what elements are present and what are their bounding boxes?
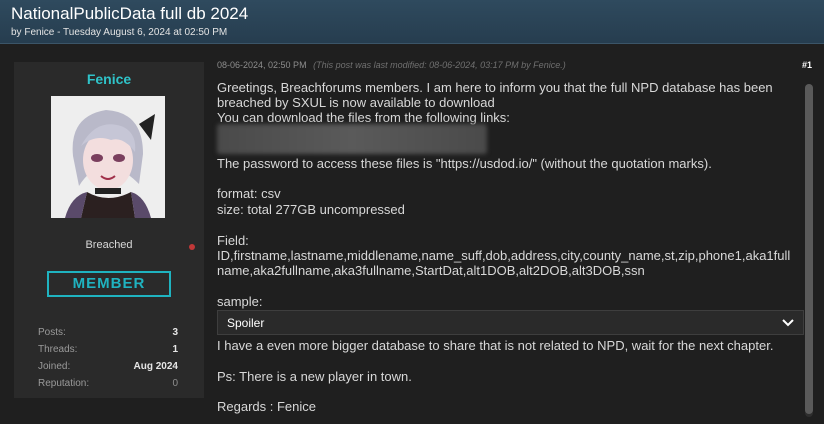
post-date: 08-06-2024, 02:50 PM (This post was last… — [217, 60, 566, 70]
post-line: breached by SXUL is now available to dow… — [217, 95, 495, 110]
status-text: Breached — [85, 239, 133, 251]
blurred-download-links — [217, 124, 487, 154]
post-line: sample: — [217, 294, 263, 309]
thread-header: NationalPublicData full db 2024 by Fenic… — [0, 0, 824, 44]
scrollbar-thumb[interactable] — [805, 84, 813, 414]
post-line: The password to access these files is "h… — [217, 156, 712, 171]
post-line: name,aka2fullname,aka3fullname,StartDat,… — [217, 263, 645, 278]
post-line: I have a even more bigger database to sh… — [217, 338, 774, 353]
stat-posts: Posts: 3 — [38, 327, 178, 341]
avatar[interactable] — [51, 96, 165, 218]
post-line: You can download the files from the foll… — [217, 110, 510, 125]
thread-meta: by Fenice - Tuesday August 6, 2024 at 02… — [11, 27, 228, 38]
rank-badge: MEMBER — [47, 271, 171, 297]
user-status: Breached — [14, 234, 204, 258]
post: Fenice Breached MEMBER Posts: 3 Threads:… — [0, 44, 824, 424]
stat-label: Joined: — [38, 361, 71, 372]
edit-note: (This post was last modified: 08-06-2024… — [313, 60, 566, 70]
post-date-text: 08-06-2024, 02:50 PM — [217, 60, 307, 70]
stat-value[interactable]: 0 — [172, 378, 178, 389]
chevron-down-icon — [782, 319, 794, 327]
post-line: ID,firstname,lastname,middlename,name_su… — [217, 248, 791, 263]
scrollbar[interactable] — [805, 84, 813, 417]
stat-value[interactable]: 3 — [172, 327, 178, 338]
spoiler-toggle[interactable]: Spoiler — [217, 310, 804, 335]
stat-label: Threads: — [38, 344, 78, 355]
user-stats: MEMBER Posts: 3 Threads: 1 Joined: Aug 2… — [14, 258, 204, 398]
post-line: Ps: There is a new player in town. — [217, 369, 412, 384]
spoiler-label: Spoiler — [227, 316, 265, 330]
stat-label: Reputation: — [38, 378, 90, 389]
offline-status-icon — [189, 244, 195, 250]
post-line: Greetings, Breachforums members. I am he… — [217, 80, 773, 95]
stat-value[interactable]: 1 — [172, 344, 178, 355]
post-number-link[interactable]: #1 — [802, 60, 812, 70]
post-line: size: total 277GB uncompressed — [217, 202, 405, 217]
thread-title: NationalPublicData full db 2024 — [11, 4, 249, 23]
stat-joined: Joined: Aug 2024 — [38, 361, 178, 375]
post-line: format: csv — [217, 186, 281, 201]
post-line: Regards : Fenice — [217, 399, 316, 414]
stat-label: Posts: — [38, 327, 66, 338]
stat-reputation: Reputation: 0 — [38, 378, 178, 392]
stat-threads: Threads: 1 — [38, 344, 178, 358]
stat-value: Aug 2024 — [133, 361, 178, 372]
post-line: Field: — [217, 233, 249, 248]
username-link[interactable]: Fenice — [14, 71, 204, 87]
